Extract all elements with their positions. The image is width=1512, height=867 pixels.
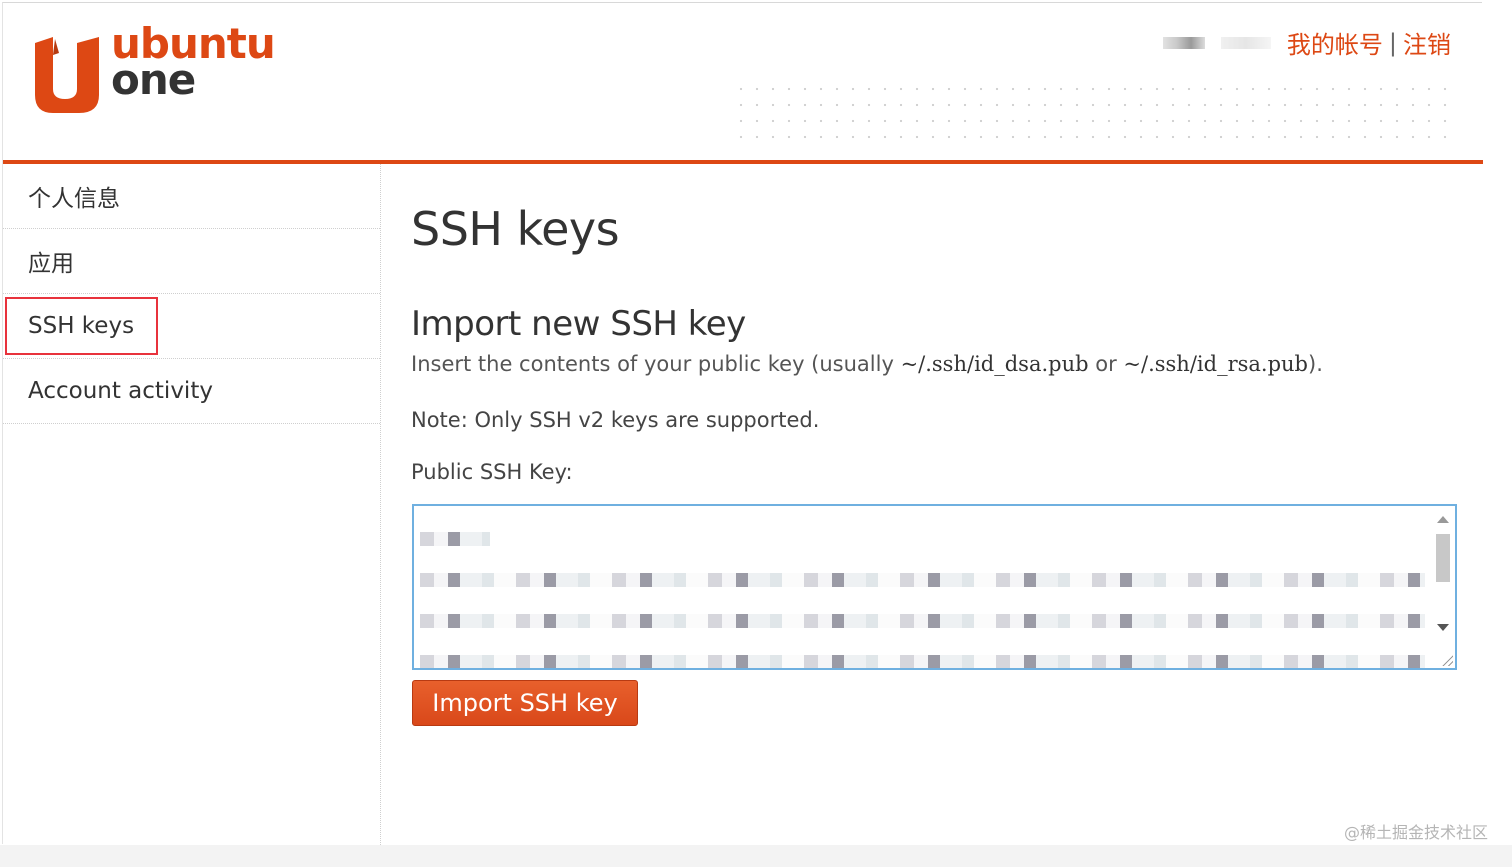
public-key-textarea[interactable] (412, 504, 1457, 670)
scroll-down-arrow-icon[interactable] (1437, 624, 1449, 631)
instruction-post: ). (1308, 352, 1323, 376)
logo-wordmark: ubuntu one (111, 23, 276, 101)
sidebar-item-label: SSH keys (4, 297, 159, 355)
resize-handle-icon[interactable] (1441, 654, 1453, 666)
link-separator: | (1388, 28, 1397, 57)
dsa-key-path: ~/.ssh/id_dsa.pub (900, 352, 1089, 376)
rsa-key-path: ~/.ssh/id_rsa.pub (1123, 352, 1308, 376)
sidebar-item-applications[interactable]: 应用 (3, 229, 380, 294)
scroll-up-arrow-icon[interactable] (1437, 516, 1449, 523)
main-content: SSH keys Import new SSH key Insert the c… (411, 164, 1471, 845)
textarea-scrollbar[interactable] (1431, 506, 1455, 668)
redacted-key-line (420, 532, 490, 546)
ubuntu-one-u-icon (35, 37, 99, 113)
redacted-key-line (420, 573, 1425, 587)
sidebar-nav: 个人信息 应用 SSH keys Account activity (3, 164, 381, 845)
footer-strip (0, 845, 1512, 867)
header: ubuntu one 我的帐号 | 注销 (3, 3, 1483, 161)
public-key-label: Public SSH Key: (411, 460, 573, 484)
my-account-link[interactable]: 我的帐号 (1287, 25, 1383, 60)
logout-link[interactable]: 注销 (1403, 25, 1451, 60)
redacted-key-line (420, 614, 1425, 628)
section-title: Import new SSH key (411, 304, 746, 344)
sidebar-item-label: 应用 (28, 251, 74, 277)
header-dot-pattern (733, 81, 1457, 141)
sidebar-item-account-activity[interactable]: Account activity (3, 359, 380, 424)
watermark: @稀土掘金技术社区 (1343, 823, 1488, 842)
redacted-username (1162, 36, 1205, 49)
instruction-or: or (1088, 352, 1124, 376)
sidebar-item-ssh-keys[interactable]: SSH keys (3, 294, 380, 359)
import-ssh-key-button[interactable]: Import SSH key (412, 680, 638, 726)
instruction-pre: Insert the contents of your public key (… (411, 352, 901, 376)
user-menu: 我的帐号 | 注销 (1162, 25, 1451, 60)
redacted-key-line (420, 655, 1425, 668)
sidebar-item-label: Account activity (28, 378, 213, 404)
sidebar-item-label: 个人信息 (28, 186, 120, 212)
sidebar-item-personal-info[interactable]: 个人信息 (3, 164, 380, 229)
ubuntu-one-logo[interactable]: ubuntu one (33, 21, 276, 121)
redacted-email (1220, 36, 1271, 49)
instruction-text: Insert the contents of your public key (… (411, 352, 1323, 376)
page-frame: ubuntu one 我的帐号 | 注销 个人信息 应用 SSH keys Ac… (2, 2, 1483, 845)
page-title: SSH keys (411, 202, 620, 256)
scroll-thumb[interactable] (1436, 534, 1450, 582)
ssh-v2-note: Note: Only SSH v2 keys are supported. (411, 408, 820, 432)
